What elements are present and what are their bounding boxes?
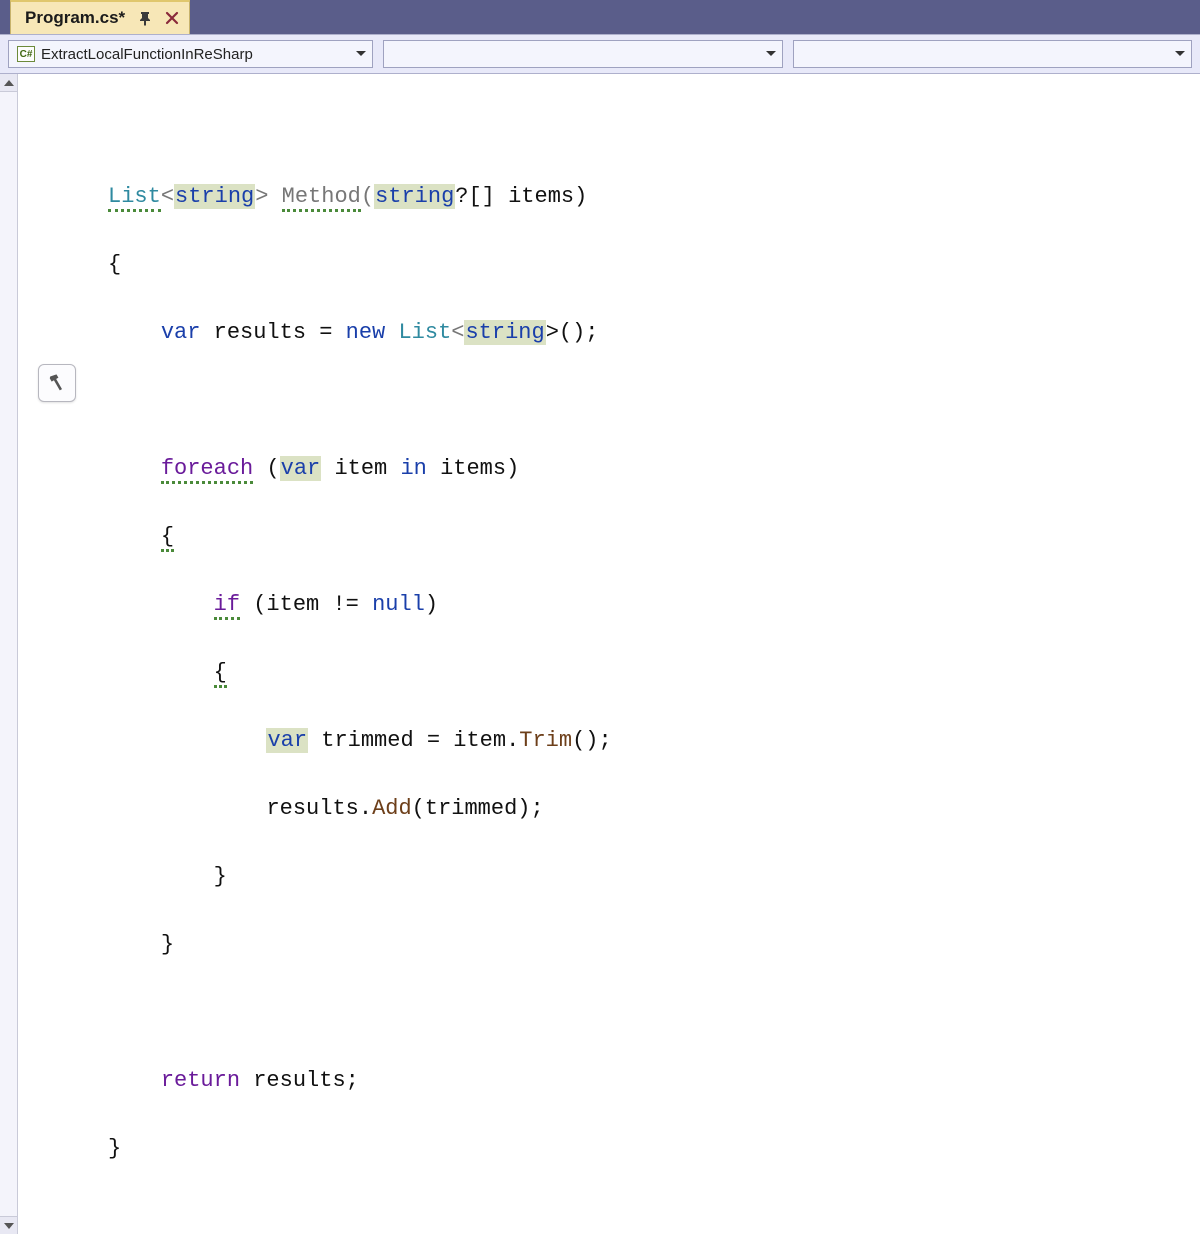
scroll-up-icon[interactable] (0, 74, 17, 92)
code-line (108, 384, 1200, 418)
code-line: if (item != null) (108, 588, 1200, 622)
pin-icon[interactable] (137, 10, 153, 26)
code-line: } (108, 860, 1200, 894)
file-tab-program-cs[interactable]: Program.cs* (10, 0, 190, 34)
code-line: foreach (var item in items) (108, 452, 1200, 486)
chevron-down-icon (766, 51, 776, 57)
vertical-scrollbar[interactable] (0, 74, 18, 1234)
code-line: var results = new List<string>(); (108, 316, 1200, 350)
close-icon[interactable] (165, 11, 179, 25)
tab-title: Program.cs* (25, 8, 125, 28)
code-line: } (108, 928, 1200, 962)
scope-label: ExtractLocalFunctionInReSharp (41, 46, 253, 63)
navigation-bar: C# ExtractLocalFunctionInReSharp (0, 34, 1200, 74)
scroll-down-icon[interactable] (0, 1216, 17, 1234)
csharp-icon: C# (17, 46, 35, 62)
code-line: List<string> Method(string?[] items) (108, 180, 1200, 214)
code-line: } (108, 1132, 1200, 1166)
code-editor[interactable]: List<string> Method(string?[] items) { v… (18, 74, 1200, 1234)
scope-dropdown[interactable]: C# ExtractLocalFunctionInReSharp (8, 40, 373, 68)
document-tab-bar: Program.cs* (0, 0, 1200, 34)
member-dropdown[interactable] (793, 40, 1193, 68)
code-line: { (108, 248, 1200, 282)
chevron-down-icon (356, 51, 366, 57)
type-dropdown[interactable] (383, 40, 783, 68)
code-line: return results; (108, 1064, 1200, 1098)
code-line: { (108, 520, 1200, 554)
code-line (108, 996, 1200, 1030)
code-line: results.Add(trimmed); (108, 792, 1200, 826)
quick-actions-hammer-icon[interactable] (38, 364, 76, 402)
code-line: var trimmed = item.Trim(); (108, 724, 1200, 758)
chevron-down-icon (1175, 51, 1185, 57)
code-line: { (108, 656, 1200, 690)
